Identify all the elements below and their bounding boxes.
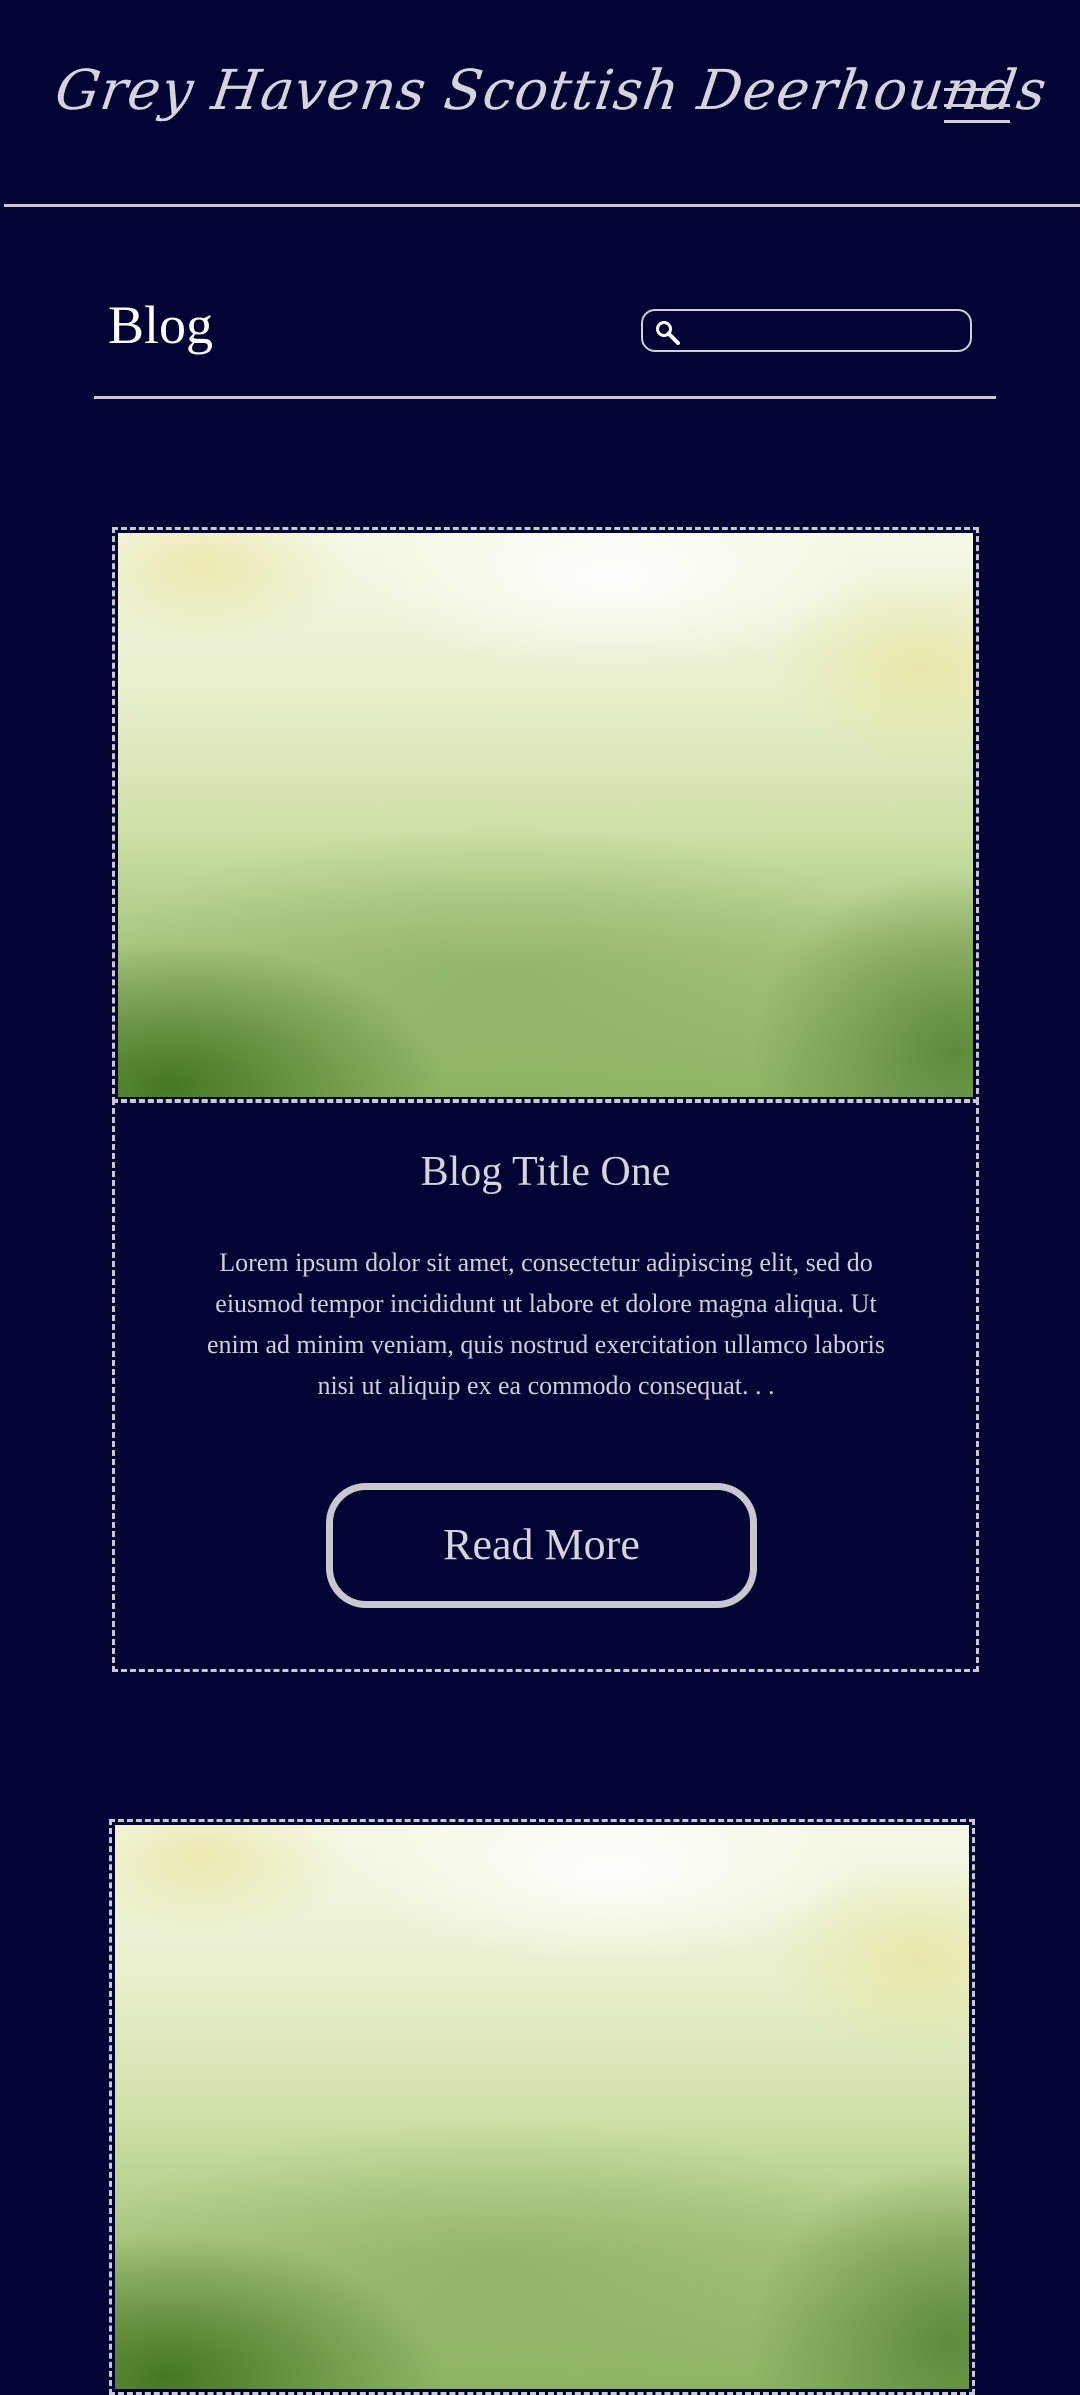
search-input[interactable]: [691, 315, 965, 349]
site-header: Grey Havens Scottish Deerhounds: [0, 0, 1080, 207]
page-title: Blog: [108, 295, 214, 355]
blog-post-card: [109, 1819, 975, 2395]
post-image[interactable]: [118, 533, 973, 1097]
menu-line: [944, 88, 1010, 91]
menu-line: [944, 120, 1010, 123]
post-content: Blog Title One Lorem ipsum dolor sit ame…: [112, 1099, 979, 1672]
search-icon[interactable]: [655, 320, 681, 346]
post-image-frame: [109, 1819, 975, 2395]
post-image[interactable]: [115, 1825, 969, 2389]
site-title[interactable]: Grey Havens Scottish Deerhounds: [52, 58, 1052, 122]
blog-post-card: Blog Title One Lorem ipsum dolor sit ame…: [112, 527, 979, 1672]
search-box[interactable]: [641, 309, 972, 352]
post-image-frame: [112, 527, 979, 1103]
header-divider: [4, 204, 1080, 207]
hamburger-menu-icon[interactable]: [944, 84, 1012, 128]
post-excerpt: Lorem ipsum dolor sit amet, consectetur …: [206, 1248, 886, 1400]
blog-divider: [94, 396, 996, 399]
post-title[interactable]: Blog Title One: [115, 1146, 976, 1198]
menu-line: [944, 104, 1010, 107]
read-more-button[interactable]: Read More: [326, 1483, 757, 1608]
